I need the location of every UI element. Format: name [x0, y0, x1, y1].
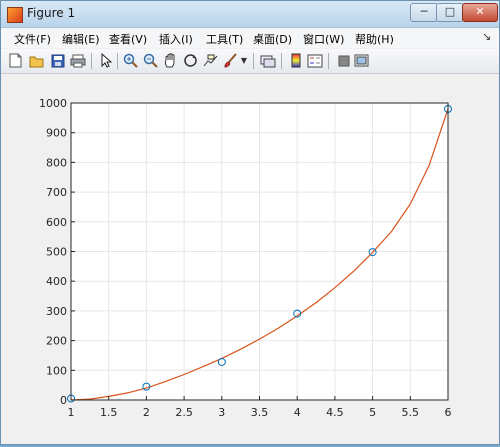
menu-file[interactable]: 文件(F) — [14, 31, 51, 47]
pointer-icon[interactable] — [97, 52, 114, 69]
y-tick-label: 700 — [46, 186, 67, 199]
title-bar[interactable]: Figure 1 ─ □ ✕ — [1, 1, 499, 28]
x-tick-label: 3 — [218, 406, 225, 419]
y-tick-label: 500 — [46, 246, 67, 259]
menu-window[interactable]: 窗口(W) — [303, 31, 344, 47]
window-title: Figure 1 — [27, 6, 76, 20]
pan-hand-icon[interactable] — [162, 52, 179, 69]
menu-bar: 文件(F) 编辑(E) 查看(V) 插入(I) 工具(T) 桌面(D) 窗口(W… — [1, 28, 499, 48]
minimize-button[interactable]: ─ — [410, 3, 438, 22]
show-plot-tools-icon[interactable] — [353, 52, 370, 69]
y-tick-label: 0 — [60, 394, 67, 407]
y-tick-label: 800 — [46, 156, 67, 169]
x-tick-label: 5.5 — [402, 406, 420, 419]
maximize-button[interactable]: □ — [436, 3, 464, 22]
toolbar-separator — [281, 53, 282, 69]
x-tick-label: 4 — [294, 406, 301, 419]
zoom-in-icon[interactable] — [122, 52, 139, 69]
matlab-logo-icon — [7, 7, 23, 23]
figure-window: Figure 1 ─ □ ✕ 文件(F) 编辑(E) 查看(V) 插入(I) 工… — [0, 0, 500, 445]
y-tick-label: 900 — [46, 127, 67, 140]
toolbar-separator — [253, 53, 254, 69]
y-tick-label: 1000 — [39, 97, 67, 110]
menu-view[interactable]: 查看(V) — [109, 31, 147, 47]
menu-help[interactable]: 帮助(H) — [355, 31, 394, 47]
link-plot-icon[interactable] — [259, 52, 276, 69]
x-tick-label: 5 — [369, 406, 376, 419]
y-tick-label: 100 — [46, 364, 67, 377]
menu-edit[interactable]: 编辑(E) — [62, 31, 100, 47]
figure-toolbar: ▼ — [1, 49, 499, 74]
x-tick-label: 1.5 — [100, 406, 118, 419]
y-tick-label: 600 — [46, 216, 67, 229]
figure-canvas: 1 1.5 2 2.5 3 3.5 4 4.5 5 5.5 6 0 100 200 300 400 500 60… — [3, 74, 497, 443]
colorbar-icon[interactable] — [287, 52, 304, 69]
brush-icon[interactable] — [222, 52, 239, 69]
x-tick-label: 2.5 — [175, 406, 193, 419]
open-file-icon[interactable] — [28, 52, 45, 69]
toolbar-separator — [91, 53, 92, 69]
save-icon[interactable] — [49, 52, 66, 69]
plot-svg: 1 1.5 2 2.5 3 3.5 4 4.5 5 5.5 6 0 100 200 300 400 500 60… — [39, 97, 452, 419]
x-tick-label: 4.5 — [326, 406, 344, 419]
toolbar-separator — [117, 53, 118, 69]
zoom-out-icon[interactable] — [142, 52, 159, 69]
menu-insert[interactable]: 插入(I) — [159, 31, 193, 47]
x-tick-label: 6 — [445, 406, 452, 419]
print-icon[interactable] — [69, 52, 86, 69]
y-tick-label: 300 — [46, 305, 67, 318]
data-cursor-icon[interactable] — [202, 52, 219, 69]
y-tick-label: 400 — [46, 275, 67, 288]
brush-dropdown-icon[interactable]: ▼ — [240, 52, 248, 69]
legend-icon[interactable] — [306, 52, 323, 69]
new-figure-icon[interactable] — [7, 52, 24, 69]
menu-dock-arrow-icon[interactable]: ↘ — [482, 30, 491, 43]
close-button[interactable]: ✕ — [462, 3, 498, 22]
toolbar-separator — [328, 53, 329, 69]
x-tick-label: 1 — [68, 406, 75, 419]
menu-tools[interactable]: 工具(T) — [206, 31, 243, 47]
menu-desktop[interactable]: 桌面(D) — [253, 31, 292, 47]
y-axis-ticks: 0 100 200 300 400 500 600 700 800 900 1000 — [39, 97, 75, 407]
y-tick-label: 200 — [46, 335, 67, 348]
x-tick-label: 3.5 — [251, 406, 269, 419]
rotate-3d-icon[interactable] — [182, 52, 199, 69]
hide-plot-tools-icon[interactable] — [335, 52, 352, 69]
x-tick-label: 2 — [143, 406, 150, 419]
